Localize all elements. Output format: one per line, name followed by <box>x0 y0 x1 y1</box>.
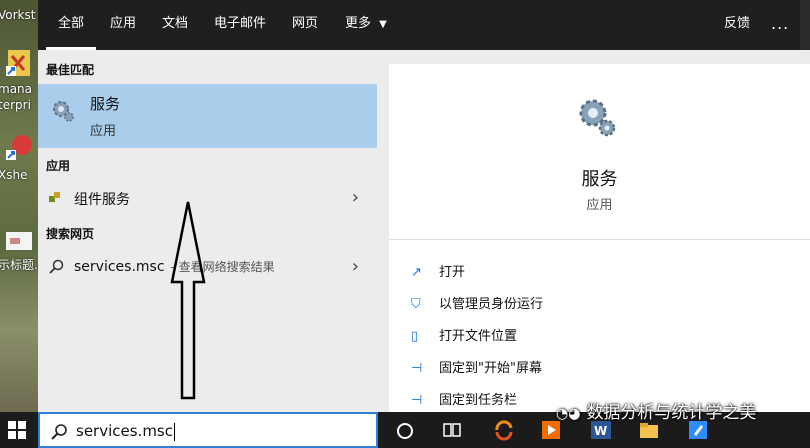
pin-icon: ⊣ <box>411 393 423 408</box>
desktop-label: Xshe <box>0 168 28 182</box>
watermark-text: 数据分析与统计学之美 <box>586 403 757 423</box>
results-pane: 最佳匹配 服务 应用 应用 组件服务 › 搜索网页 services.msc - … <box>38 50 377 412</box>
text-caret <box>174 422 175 441</box>
detail-pane: 服务 应用 ↗ 打开 ⛉ 以管理员身份运行 ▯ 打开文件位置 ⊣ 固定到"开始"屏幕 ⊣… <box>389 64 810 412</box>
services-gear-icon <box>50 98 76 128</box>
more-options-button[interactable]: ... <box>771 16 789 32</box>
shield-icon: ⛉ <box>411 297 421 312</box>
desktop-label: terpri <box>0 98 31 112</box>
taskbar-search-box[interactable]: services.msc <box>38 412 378 448</box>
best-match-subtitle: 应用 <box>90 124 117 139</box>
section-apps: 应用 <box>46 159 71 173</box>
web-query: services.msc <box>74 259 165 275</box>
tab-all[interactable]: 全部 <box>45 0 97 50</box>
action-open[interactable]: ↗ 打开 <box>411 261 465 283</box>
services-large-gear-icon <box>575 96 619 144</box>
tab-more[interactable]: 更多 ▼ <box>345 0 387 50</box>
pin-icon: ⊣ <box>411 361 423 376</box>
cortana-icon[interactable] <box>394 419 418 441</box>
chevron-right-icon[interactable]: › <box>352 187 359 208</box>
section-web: 搜索网页 <box>46 227 95 241</box>
action-label: 打开文件位置 <box>439 329 518 344</box>
detail-subtitle: 应用 <box>586 198 613 213</box>
best-match-result[interactable]: 服务 应用 <box>38 84 377 148</box>
desktop-label: Vorkst <box>0 8 36 22</box>
file-location-icon: ▯ <box>411 329 419 344</box>
chevron-right-icon[interactable]: › <box>352 256 359 277</box>
detail-title: 服务 <box>581 169 618 190</box>
best-match-title: 服务 <box>90 95 121 113</box>
action-run-as-admin[interactable]: ⛉ 以管理员身份运行 <box>411 293 543 315</box>
feedback-button[interactable]: 反馈 <box>724 0 750 50</box>
watermark: ◔◕ 数据分析与统计学之美 <box>556 398 756 423</box>
tab-web[interactable]: 网页 <box>292 0 318 50</box>
search-icon <box>50 423 68 445</box>
wechat-icon: ◔◕ <box>556 406 581 422</box>
tab-documents[interactable]: 文档 <box>162 0 188 50</box>
action-label: 打开 <box>439 265 466 280</box>
open-icon: ↗ <box>411 265 422 280</box>
task-view-icon[interactable] <box>441 419 465 441</box>
action-open-file-location[interactable]: ▯ 打开文件位置 <box>411 325 517 347</box>
section-best-match: 最佳匹配 <box>46 63 95 77</box>
xshell-shortcut-icon[interactable] <box>4 132 34 162</box>
desktop-label: mana <box>0 82 33 96</box>
action-label: 以管理员身份运行 <box>439 297 544 312</box>
action-label: 固定到"开始"屏幕 <box>439 361 542 376</box>
search-icon <box>48 259 64 279</box>
tab-more-label: 更多 <box>345 16 372 31</box>
desktop-label: 示标题.p <box>0 258 38 272</box>
action-pin-to-start[interactable]: ⊣ 固定到"开始"屏幕 <box>411 357 542 379</box>
svg-text:W: W <box>594 424 607 438</box>
annotation-arrow-icon <box>170 201 206 400</box>
detail-divider <box>389 239 810 240</box>
panel-edge <box>800 0 810 50</box>
app-result-label: 组件服务 <box>74 192 130 208</box>
component-services-icon <box>48 191 62 209</box>
action-pin-to-taskbar[interactable]: ⊣ 固定到任务栏 <box>411 389 517 411</box>
detail-pane-top-gap <box>389 50 810 64</box>
sync-app-icon[interactable] <box>493 419 517 441</box>
desktop-shortcut-icon[interactable] <box>4 48 34 78</box>
tab-email[interactable]: 电子邮件 <box>214 0 266 50</box>
action-label: 固定到任务栏 <box>439 393 518 408</box>
chevron-down-icon: ▼ <box>379 19 387 30</box>
search-input[interactable]: services.msc <box>76 422 173 440</box>
tab-apps[interactable]: 应用 <box>110 0 136 50</box>
search-tab-bar: 全部 应用 文档 电子邮件 网页 更多 ▼ 反馈 ... <box>38 0 810 50</box>
pane-gap <box>377 50 389 412</box>
desktop-background: Vorkst mana terpri Xshe 示标题.p <box>0 0 38 412</box>
windows-start-icon[interactable] <box>8 421 26 443</box>
